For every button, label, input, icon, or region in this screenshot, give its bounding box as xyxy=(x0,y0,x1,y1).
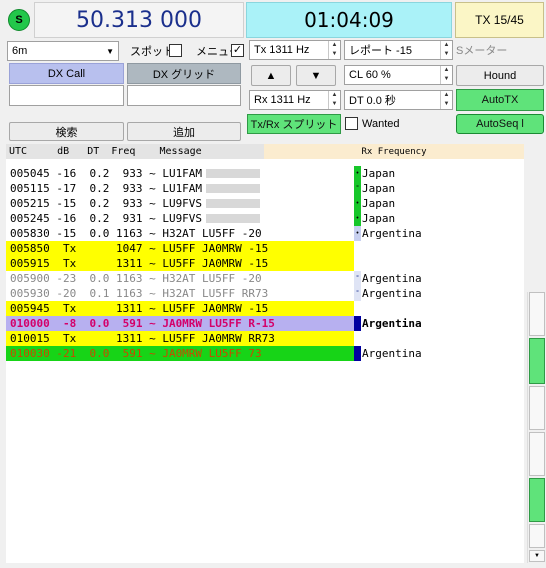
macro-button[interactable] xyxy=(529,478,545,522)
decode-column-headers: UTC dB DT Freq Message xyxy=(9,146,202,157)
cq-marker-icon: • xyxy=(354,196,361,211)
wanted-checkbox[interactable] xyxy=(345,117,358,130)
marker-icon: ° xyxy=(354,286,361,301)
tx-frequency-spinbox[interactable]: Tx 1311 Hz ▲ ▼ xyxy=(249,40,341,60)
freq-down-button[interactable]: ▼ xyxy=(296,65,336,86)
spin-arrows-icon[interactable]: ▲ ▼ xyxy=(440,41,452,59)
table-row[interactable]: 005830 -15 0.0 1163 ~ H32AT LU5FF -20 xyxy=(6,226,354,241)
row-country: Argentina xyxy=(362,227,422,240)
cl-spinbox[interactable]: CL 60 % ▲ ▼ xyxy=(344,65,453,85)
wanted-label: Wanted xyxy=(362,118,400,130)
tx-rx-split-button[interactable]: Tx/Rx スプリット xyxy=(247,114,341,134)
dx-grid-label: DX グリッド xyxy=(127,63,241,84)
marker-icon: • xyxy=(354,226,361,241)
freq-up-button[interactable]: ▲ xyxy=(251,65,291,86)
scrollbar[interactable]: ▼ xyxy=(527,292,545,563)
scroll-down-icon[interactable]: ▼ xyxy=(529,550,545,562)
chevron-down-icon: ▼ xyxy=(106,46,114,56)
up-arrow-icon: ▲ xyxy=(265,69,277,82)
spin-arrows-icon[interactable]: ▲ ▼ xyxy=(328,41,340,59)
table-row-tx[interactable]: 005850 Tx 1047 ~ LU5FF JA0MRW -15 xyxy=(6,241,354,256)
table-row[interactable]: 005900 -23 0.0 1163 ~ H32AT LU5FF -20 xyxy=(6,271,354,286)
row-country: Argentina xyxy=(362,272,422,285)
band-select-value: 6m xyxy=(12,45,28,57)
rx-frequency-spinbox[interactable]: Rx 1311 Hz ▲ ▼ xyxy=(249,90,341,110)
dx-call-label: DX Call xyxy=(9,63,124,84)
macro-button[interactable] xyxy=(529,292,545,336)
row-country: Argentina xyxy=(362,347,422,360)
report-spinbox[interactable]: レポート -15 ▲ ▼ xyxy=(344,40,453,60)
row-country: Japan xyxy=(362,197,396,210)
down-arrow-icon: ▼ xyxy=(310,69,322,82)
dt-value: DT 0.0 秒 xyxy=(349,95,396,107)
marker-icon: ° xyxy=(354,271,361,286)
spot-label: スポット xyxy=(130,46,174,58)
row-country: Japan xyxy=(362,167,396,180)
search-button[interactable]: 検索 xyxy=(9,122,124,141)
table-row[interactable]: 005115 -17 0.2 933 ~ LU1FAM xyxy=(6,181,354,196)
add-button[interactable]: 追加 xyxy=(127,122,241,141)
autotx-button[interactable]: AutoTX xyxy=(456,89,544,111)
rx-frequency-header: Rx Frequency xyxy=(264,144,524,159)
dial-frequency-display: 50.313 000 xyxy=(34,2,244,38)
table-row[interactable]: 005045 -16 0.2 933 ~ LU1FAM xyxy=(6,166,354,181)
status-indicator[interactable]: S xyxy=(8,9,30,31)
table-row-tx[interactable]: 005945 Tx 1311 ~ LU5FF JA0MRW -15 xyxy=(6,301,354,316)
dx-call-input[interactable] xyxy=(9,85,124,106)
macro-button[interactable] xyxy=(529,524,545,548)
marker-icon xyxy=(354,316,361,331)
utc-clock-display: 01:04:09 xyxy=(246,2,452,38)
table-row-tx[interactable]: 005915 Tx 1311 ~ LU5FF JA0MRW -15 xyxy=(6,256,354,271)
cq-marker-icon: ° xyxy=(354,181,361,196)
row-country: Argentina xyxy=(362,287,422,300)
cq-marker-icon: • xyxy=(354,166,361,181)
table-row-tx[interactable]: 010015 Tx 1311 ~ LU5FF JA0MRW RR73 xyxy=(6,331,354,346)
menu-checkbox[interactable]: ✓ xyxy=(231,44,244,57)
report-value: レポート -15 xyxy=(349,45,412,57)
row-country: Argentina xyxy=(362,317,422,330)
table-row[interactable]: 005930 -20 0.1 1163 ~ H32AT LU5FF RR73 xyxy=(6,286,354,301)
tx-status-display: TX 15/45 xyxy=(455,2,544,38)
macro-button[interactable] xyxy=(529,432,545,476)
tx-frequency-value: Tx 1311 Hz xyxy=(254,44,310,56)
table-row[interactable]: 005215 -15 0.2 933 ~ LU9FVS xyxy=(6,196,354,211)
autoseq-button[interactable]: AutoSeq l xyxy=(456,114,544,134)
checkmark-icon: ✓ xyxy=(232,44,243,56)
cl-value: CL 60 % xyxy=(349,69,391,81)
dt-spinbox[interactable]: DT 0.0 秒 ▲ ▼ xyxy=(344,90,453,110)
hound-button[interactable]: Hound xyxy=(456,65,544,86)
row-country: Japan xyxy=(362,182,396,195)
rx-frequency-value: Rx 1311 Hz xyxy=(254,94,311,106)
cq-marker-icon: • xyxy=(354,211,361,226)
spin-arrows-icon[interactable]: ▲ ▼ xyxy=(440,91,452,109)
table-row[interactable]: 005245 -16 0.2 931 ~ LU9FVS xyxy=(6,211,354,226)
macro-button[interactable] xyxy=(529,338,545,384)
marker-icon xyxy=(354,346,361,361)
spin-arrows-icon[interactable]: ▲ ▼ xyxy=(440,66,452,84)
row-country: Japan xyxy=(362,212,396,225)
macro-button[interactable] xyxy=(529,386,545,430)
band-select[interactable]: 6m ▼ xyxy=(7,41,119,61)
spin-arrows-icon[interactable]: ▲ ▼ xyxy=(328,91,340,109)
spot-checkbox[interactable] xyxy=(169,44,182,57)
table-row-to-me[interactable]: 010000 -8 0.0 591 ~ JA0MRW LU5FF R-15 xyxy=(6,316,354,331)
smeter-label: Sメーター xyxy=(456,45,508,57)
table-row-last[interactable]: 010030 -21 0.0 591 ~ JA0MRW LU5FF 73 xyxy=(6,346,354,361)
dx-grid-input[interactable] xyxy=(127,85,241,106)
